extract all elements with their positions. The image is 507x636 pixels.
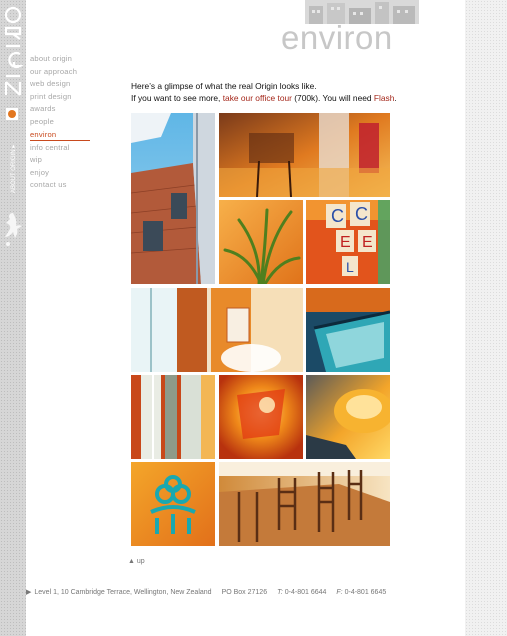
intro-text-part: If you want to see more, — [131, 93, 223, 103]
nav-item-print-design[interactable]: print design — [30, 91, 94, 104]
intro-line-1: Here’s a glimpse of what the real Origin… — [131, 81, 317, 91]
origin-logo[interactable] — [2, 6, 24, 98]
intro-line-2: If you want to see more, take our office… — [131, 92, 431, 104]
nav-item-people[interactable]: people — [30, 116, 94, 129]
yellow-light-photo — [306, 375, 390, 459]
nav-item-web-design[interactable]: web design — [30, 78, 94, 91]
office-tour-link[interactable]: take our office tour — [223, 93, 292, 103]
intro-text-part: (700k). You will need — [291, 93, 374, 103]
ornament-photo — [131, 462, 215, 546]
footer-phone: T: 0-4-801 6644 — [277, 589, 326, 596]
glass-photo — [131, 375, 215, 459]
nav-item-environ[interactable]: environ — [30, 129, 90, 141]
footer-fax: F: 0-4-801 6645 — [336, 589, 386, 596]
up-label: up — [136, 558, 145, 565]
up-arrow-icon: ▲ — [128, 558, 135, 565]
phone-label: T: — [277, 589, 283, 596]
intro-text-part: . — [394, 93, 397, 103]
section-title: environ — [281, 19, 393, 56]
meeting-table-photo — [219, 462, 390, 546]
right-dotted-strip — [465, 0, 507, 636]
monitor-photo — [306, 288, 390, 372]
nav-item-wip[interactable]: wip — [30, 154, 94, 167]
footer-contact: ▶ Level 1, 10 Cambridge Terrace, Wellingt… — [26, 588, 396, 596]
about-origin-tag: ABOUT ORIGIN ▸ — [6, 108, 18, 193]
footer-po-box: PO Box 27126 — [221, 589, 268, 596]
window-chair-photo — [131, 288, 303, 372]
svg-text:L: L — [346, 259, 354, 275]
nav-item-enjoy[interactable]: enjoy — [30, 167, 94, 180]
chairs-photo — [219, 113, 390, 197]
nav-item-our-approach[interactable]: our approach — [30, 66, 94, 79]
svg-text:ABOUT ORIGIN ▸: ABOUT ORIGIN ▸ — [11, 145, 17, 193]
nav-item-info-central[interactable]: info central — [30, 142, 94, 155]
fax-label: F: — [336, 589, 343, 596]
plant-photo — [219, 200, 303, 284]
building-photo — [131, 113, 215, 284]
orange-lamp-photo — [219, 375, 303, 459]
intro-text: Here’s a glimpse of what the real Origin… — [131, 80, 431, 104]
phone-number: 0-4-801 6644 — [284, 589, 327, 596]
svg-text:C: C — [355, 204, 368, 224]
back-to-top-link[interactable]: ▲ up — [128, 558, 145, 565]
svg-text:C: C — [331, 206, 344, 226]
footer-arrow-icon: ▶ — [26, 589, 32, 596]
footer-address: Level 1, 10 Cambridge Terrace, Wellingto… — [34, 589, 212, 596]
main-nav: about origin our approach web design pri… — [30, 53, 94, 192]
svg-text:E: E — [340, 234, 351, 251]
nav-item-contact-us[interactable]: contact us — [30, 179, 94, 192]
flash-link[interactable]: Flash — [374, 93, 394, 103]
nav-item-awards[interactable]: awards — [30, 103, 94, 116]
origin-figure-icon — [5, 213, 22, 246]
svg-text:E: E — [362, 234, 373, 251]
letter-blocks-photo: C C E E L — [306, 200, 390, 284]
nav-item-about-origin[interactable]: about origin — [30, 53, 94, 66]
fax-number: 0-4-801 6645 — [344, 589, 387, 596]
